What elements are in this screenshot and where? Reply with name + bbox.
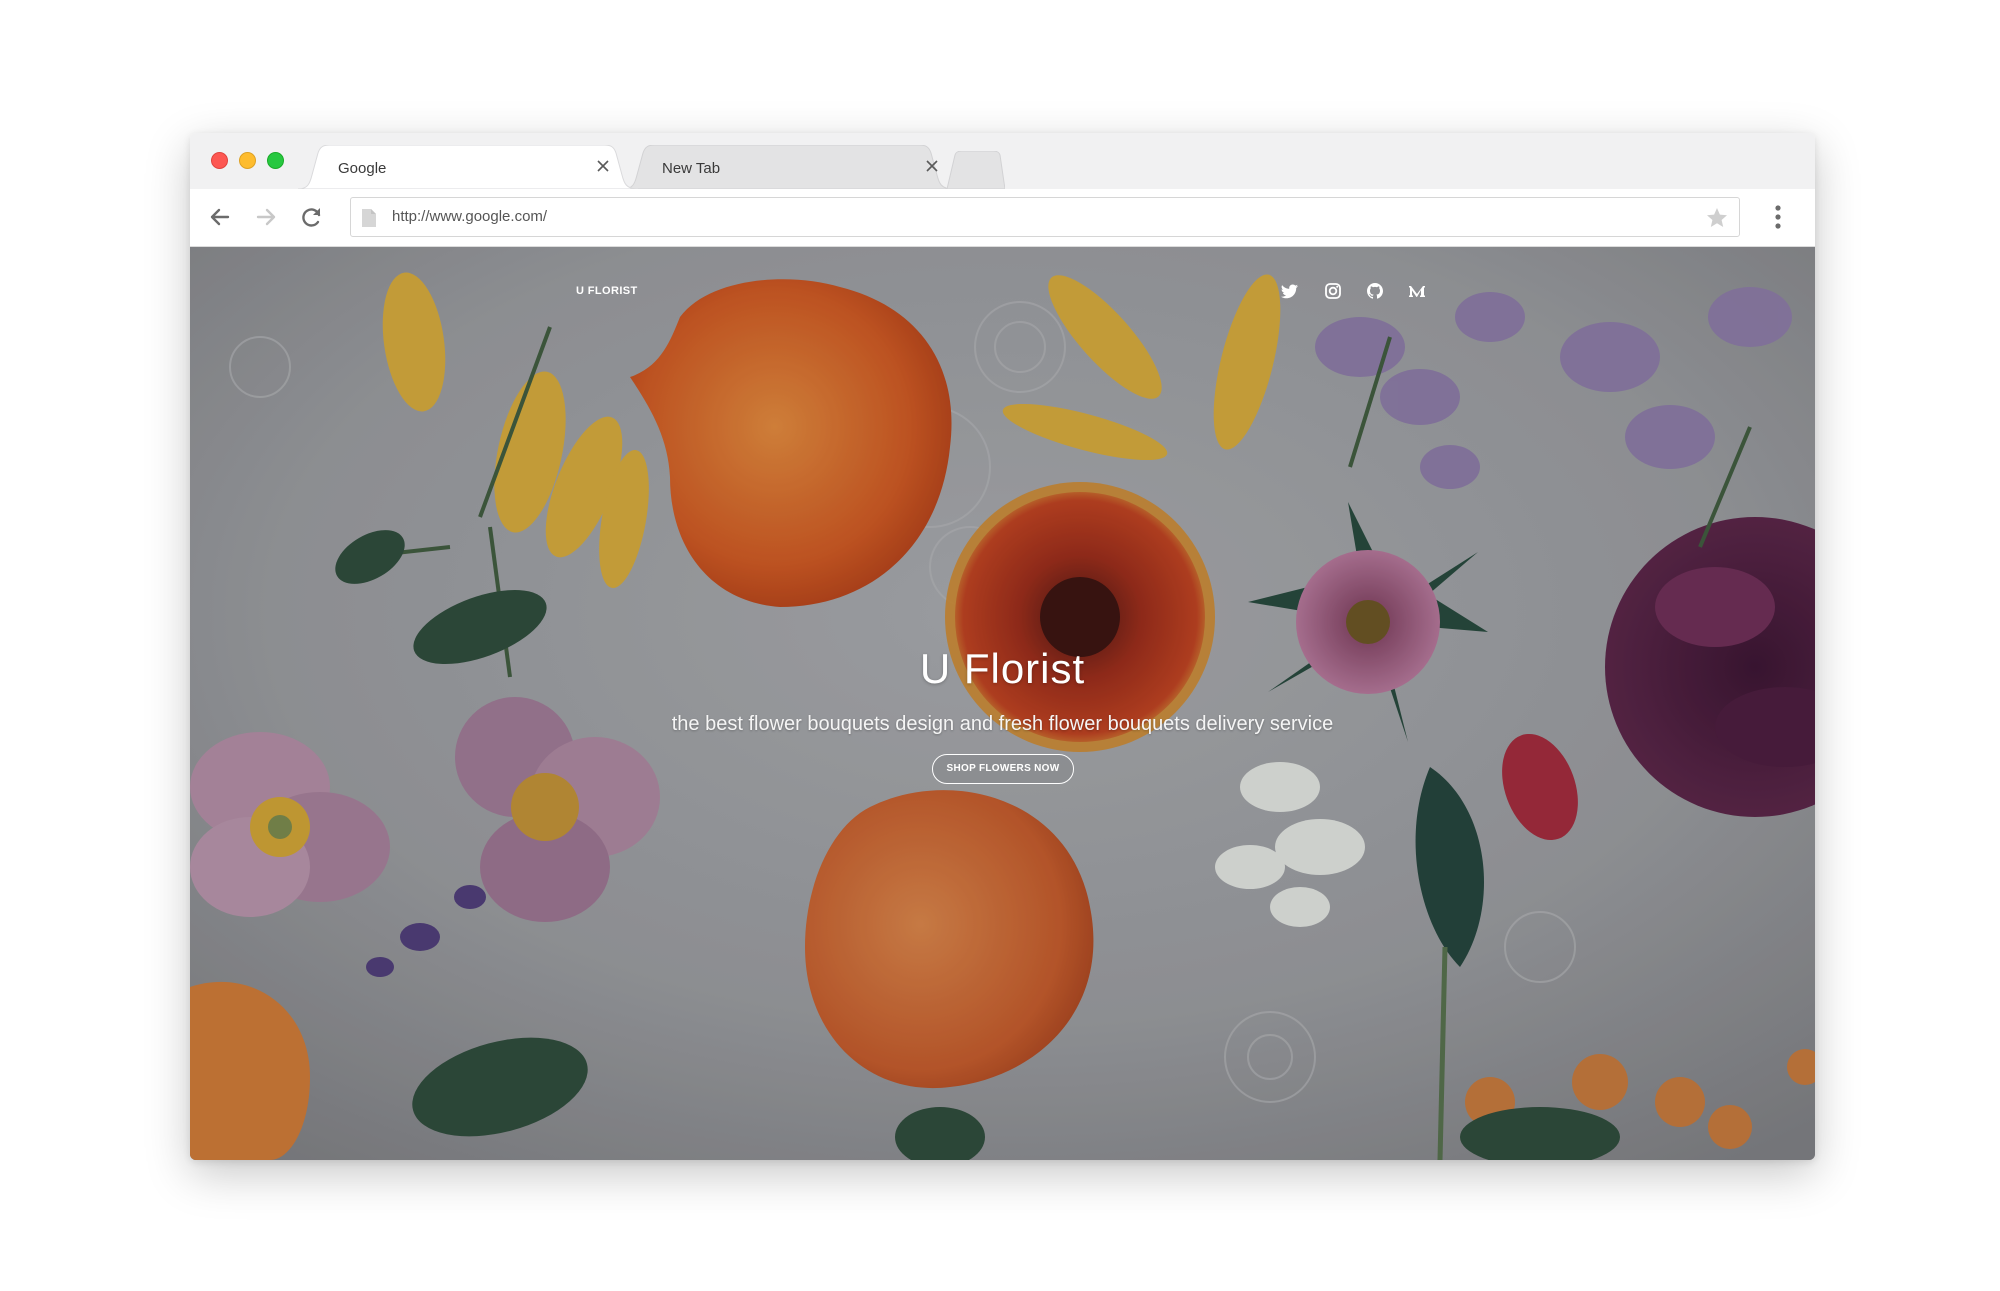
- hero-title: U Florist: [919, 645, 1086, 692]
- instagram-icon[interactable]: [1323, 281, 1343, 301]
- reload-icon[interactable]: [298, 203, 326, 231]
- github-icon[interactable]: [1365, 281, 1385, 301]
- address-url[interactable]: http://www.google.com/: [392, 208, 547, 225]
- twitter-icon[interactable]: [1280, 281, 1300, 301]
- medium-icon[interactable]: [1407, 281, 1427, 301]
- tab-google[interactable]: Google: [298, 145, 638, 189]
- hero-subtitle: the best flower bouquets design and fres…: [671, 713, 1334, 735]
- browser-menu-icon[interactable]: [1770, 203, 1786, 231]
- forward-arrow-icon[interactable]: [252, 203, 280, 231]
- browser-window: New Tab Google http://www.google.com/ U …: [190, 133, 1815, 1160]
- close-window-button[interactable]: [211, 152, 228, 169]
- hero-dark-overlay: [190, 247, 1815, 1160]
- tab-strip: New Tab Google: [190, 133, 1815, 189]
- close-tab-icon[interactable]: [594, 157, 612, 175]
- close-tab-icon[interactable]: [923, 157, 941, 175]
- maximize-window-button[interactable]: [267, 152, 284, 169]
- bookmark-star-icon[interactable]: [1705, 206, 1729, 230]
- tab-new-tab[interactable]: New Tab: [623, 145, 953, 189]
- page-viewport: U FLORIST U Florist the best flower bouq…: [190, 247, 1815, 1160]
- new-tab-button[interactable]: [947, 151, 1005, 189]
- minimize-window-button[interactable]: [239, 152, 256, 169]
- page-icon: [362, 209, 376, 227]
- shop-flowers-button[interactable]: SHOP FLOWERS NOW: [932, 754, 1074, 784]
- address-bar[interactable]: http://www.google.com/: [350, 197, 1740, 237]
- site-brand-logo[interactable]: U FLORIST: [576, 285, 638, 297]
- tab-title: Google: [338, 160, 387, 177]
- browser-toolbar: http://www.google.com/: [190, 189, 1815, 247]
- back-arrow-icon[interactable]: [206, 203, 234, 231]
- tab-title: New Tab: [662, 160, 721, 177]
